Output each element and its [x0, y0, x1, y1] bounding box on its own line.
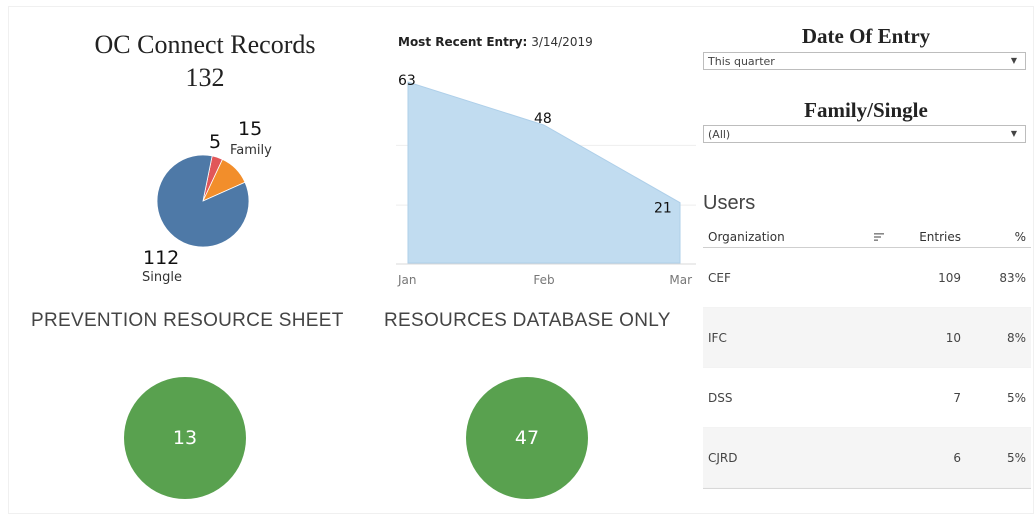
table-row[interactable]: CJRD 6 5% [703, 428, 1031, 488]
x-tick-label: Feb [533, 273, 554, 287]
table-header: Organization Entries % [703, 227, 1031, 248]
records-total: 132 [185, 63, 225, 92]
pie-label-single-value: 112 [143, 247, 180, 269]
pie-label-family-name: Family [230, 143, 272, 158]
cell-entries: 10 [945, 331, 961, 345]
resources-db-value-circle[interactable]: 47 [466, 377, 588, 499]
data-label: 21 [654, 201, 672, 217]
cell-entries: 109 [938, 271, 961, 285]
cell-percent: 5% [1006, 391, 1026, 405]
most-recent-label: Most Recent Entry: [398, 35, 528, 49]
x-tick-label: Jan [397, 273, 417, 287]
pie-label-other-value: 5 [209, 131, 222, 153]
data-label: 63 [398, 73, 416, 89]
family-single-pie-chart[interactable] [150, 148, 256, 254]
most-recent-value: 3/14/2019 [531, 35, 593, 49]
table-divider [703, 488, 1031, 489]
cell-percent: 5% [1006, 451, 1026, 465]
date-filter-title: Date Of Entry [801, 24, 931, 48]
prevention-value: 13 [172, 427, 198, 449]
chevron-down-icon: ▼ [1010, 129, 1017, 138]
prevention-title: PREVENTION RESOURCE SHEET [31, 310, 344, 331]
family-filter-dropdown[interactable]: (All) ▼ [703, 125, 1026, 143]
table-row[interactable]: CEF 109 83% [703, 248, 1031, 308]
most-recent-entry: Most Recent Entry: 3/14/2019 [398, 35, 593, 49]
resources-db-title: RESOURCES DATABASE ONLY [384, 310, 671, 331]
date-filter-selected: This quarter [708, 55, 775, 68]
cell-entries: 7 [953, 391, 961, 405]
cell-organization: CEF [708, 271, 731, 285]
x-tick-label: Mar [669, 273, 692, 287]
column-header-organization[interactable]: Organization [708, 230, 785, 244]
cell-percent: 83% [999, 271, 1026, 285]
date-filter-dropdown[interactable]: This quarter ▼ [703, 52, 1026, 70]
column-header-entries[interactable]: Entries [919, 230, 961, 244]
column-header-percent[interactable]: % [1015, 230, 1026, 244]
area-series [407, 81, 681, 264]
chevron-down-icon: ▼ [1010, 56, 1017, 65]
users-table: Organization Entries % CEF 109 83% IFC 1… [703, 227, 1031, 489]
cell-organization: DSS [708, 391, 733, 405]
cell-entries: 6 [953, 451, 961, 465]
family-filter-selected: (All) [708, 128, 731, 141]
table-row[interactable]: IFC 10 8% [703, 308, 1031, 368]
cell-organization: IFC [708, 331, 727, 345]
cell-percent: 8% [1006, 331, 1026, 345]
entries-area-chart[interactable]: 63 Jan 48 Feb 21 Mar [396, 70, 696, 290]
data-label: 48 [534, 111, 552, 127]
records-title: OC Connect Records [94, 30, 316, 59]
family-filter-title: Family/Single [804, 98, 928, 122]
sort-icon[interactable] [873, 231, 885, 243]
pie-label-single-name: Single [142, 270, 182, 285]
prevention-value-circle[interactable]: 13 [124, 377, 246, 499]
resources-db-value: 47 [514, 427, 540, 449]
pie-label-family-value: 15 [238, 118, 263, 140]
cell-organization: CJRD [708, 451, 738, 465]
users-title: Users [703, 192, 756, 214]
table-row[interactable]: DSS 7 5% [703, 368, 1031, 428]
